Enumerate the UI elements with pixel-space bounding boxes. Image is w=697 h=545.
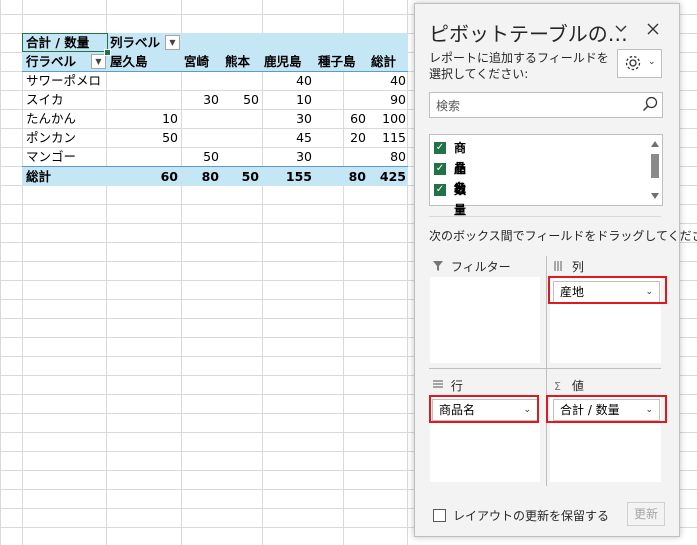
column-header[interactable]: 熊本 (225, 52, 259, 71)
checkbox-checked-icon[interactable]: ✓ (434, 184, 446, 196)
value-cell[interactable]: 50 (222, 90, 259, 109)
total-cell[interactable]: 80 (182, 167, 219, 186)
pane-subtitle: レポートに追加するフィールドを選択してください: (429, 51, 609, 81)
highlight-box (548, 276, 667, 304)
total-cell[interactable]: 155 (262, 167, 312, 186)
value-cell[interactable]: 100 (368, 109, 406, 128)
values-area-title: Σ 値 (554, 379, 584, 393)
value-cell[interactable] (122, 90, 178, 109)
columns-icon (554, 261, 568, 274)
pivot-column-header-row: 行ラベル ▼ 屋久島 宮崎 熊本 鹿児島 種子島 総計 (22, 52, 408, 72)
pivot-data-row[interactable]: サワーポメロ 40 40 (22, 71, 408, 90)
row-label[interactable]: たんかん (26, 109, 110, 128)
area-horizontal-divider (429, 368, 661, 369)
pivot-data-row[interactable]: スイカ 30 50 10 90 (22, 90, 408, 109)
update-button[interactable]: 更新 (627, 502, 665, 526)
value-cell[interactable]: 10 (122, 109, 178, 128)
value-cell[interactable]: 30 (262, 147, 312, 166)
tools-button[interactable]: ⌄ (617, 49, 662, 78)
value-cell[interactable]: 60 (316, 109, 366, 128)
field-label: 数量 (454, 183, 467, 217)
column-labels-caption[interactable]: 列ラベル (110, 33, 170, 52)
field-list[interactable]: ✓ 商品名 ✓ 産地 ✓ 数量 (429, 134, 663, 217)
row-filter-dropdown-icon[interactable]: ▼ (91, 54, 106, 69)
value-cell[interactable] (222, 109, 259, 128)
value-cell[interactable]: 20 (316, 128, 366, 147)
defer-checkbox[interactable] (433, 509, 446, 522)
chevron-down-icon[interactable] (611, 20, 631, 40)
column-header[interactable]: 鹿児島 (264, 52, 310, 71)
value-cell[interactable] (316, 71, 366, 90)
defer-label: レイアウトの更新を保留する (453, 509, 610, 523)
total-cell[interactable]: 50 (222, 167, 259, 186)
total-cell[interactable]: 60 (122, 167, 178, 186)
sigma-icon: Σ (554, 380, 561, 393)
value-cell[interactable]: 50 (182, 147, 219, 166)
chevron-down-icon: ⌄ (648, 57, 656, 67)
column-header[interactable]: 宮崎 (184, 52, 214, 71)
value-cell[interactable] (222, 71, 259, 90)
field-list-scrollbar[interactable] (648, 135, 662, 205)
column-filter-dropdown-icon[interactable]: ▼ (165, 35, 180, 50)
value-cell[interactable]: 40 (262, 71, 312, 90)
value-cell[interactable]: 90 (368, 90, 406, 109)
filter-drop-area[interactable] (430, 277, 540, 363)
value-cell[interactable]: 45 (262, 128, 312, 147)
value-cell[interactable]: 10 (262, 90, 312, 109)
rows-area-title: 行 (433, 377, 463, 394)
value-cell[interactable] (182, 71, 219, 90)
value-cell[interactable] (122, 71, 178, 90)
column-header[interactable]: 総計 (371, 52, 401, 71)
close-icon[interactable] (643, 20, 663, 40)
search-icon (642, 96, 658, 115)
value-cell[interactable]: 40 (368, 71, 406, 90)
row-label[interactable]: サワーポメロ (26, 71, 110, 90)
value-cell[interactable]: 50 (122, 128, 178, 147)
pivot-grand-total-row[interactable]: 総計 60 80 50 155 80 425 (22, 166, 408, 186)
gear-icon (624, 54, 642, 75)
highlight-box (429, 395, 539, 423)
pivottable-fields-pane: ピボットテーブルの… レポートに追加するフィールドを選択してください: ⌄ 検索… (414, 3, 697, 537)
row-label[interactable]: ポンカン (26, 128, 110, 147)
total-cell[interactable]: 425 (368, 167, 406, 186)
filter-icon (433, 261, 447, 274)
filter-area-title: フィルター (433, 258, 511, 275)
pane-title: ピボットテーブルの… (429, 22, 628, 46)
drag-hint-text: 次のボックス間でフィールドをドラッグしてください: (429, 229, 697, 243)
value-cell[interactable]: 30 (262, 109, 312, 128)
value-cell[interactable] (122, 147, 178, 166)
row-label[interactable]: マンゴー (26, 147, 110, 166)
column-header[interactable]: 種子島 (318, 52, 364, 71)
checkbox-checked-icon[interactable]: ✓ (434, 142, 446, 154)
pivot-data-row[interactable]: たんかん 10 30 60 100 (22, 109, 408, 128)
row-label[interactable]: スイカ (26, 90, 110, 109)
value-cell[interactable]: 30 (182, 90, 219, 109)
row-labels-caption[interactable]: 行ラベル (26, 52, 86, 71)
highlight-box (546, 395, 667, 423)
selected-cell-outline (22, 33, 108, 52)
fill-handle[interactable] (104, 49, 111, 56)
pivot-data-row[interactable]: ポンカン 50 45 20 115 (22, 128, 408, 147)
rows-icon (433, 380, 447, 393)
columns-area-title: 列 (554, 258, 584, 275)
checkbox-checked-icon[interactable]: ✓ (434, 163, 446, 175)
value-cell[interactable] (182, 128, 219, 147)
value-cell[interactable]: 80 (368, 147, 406, 166)
value-cell[interactable] (316, 90, 366, 109)
field-search-input[interactable]: 検索 (429, 92, 663, 118)
value-cell[interactable] (316, 147, 366, 166)
value-cell[interactable] (222, 147, 259, 166)
value-cell[interactable] (182, 109, 219, 128)
value-cell[interactable] (222, 128, 259, 147)
value-cell[interactable]: 115 (368, 128, 406, 147)
pivot-data-row[interactable]: マンゴー 50 30 80 (22, 147, 408, 166)
column-header[interactable]: 屋久島 (110, 52, 180, 71)
total-cell[interactable]: 80 (316, 167, 366, 186)
grand-total-label[interactable]: 総計 (26, 167, 110, 186)
area-vertical-divider (546, 256, 547, 486)
search-placeholder: 検索 (436, 99, 461, 113)
pane-separator (429, 216, 661, 217)
